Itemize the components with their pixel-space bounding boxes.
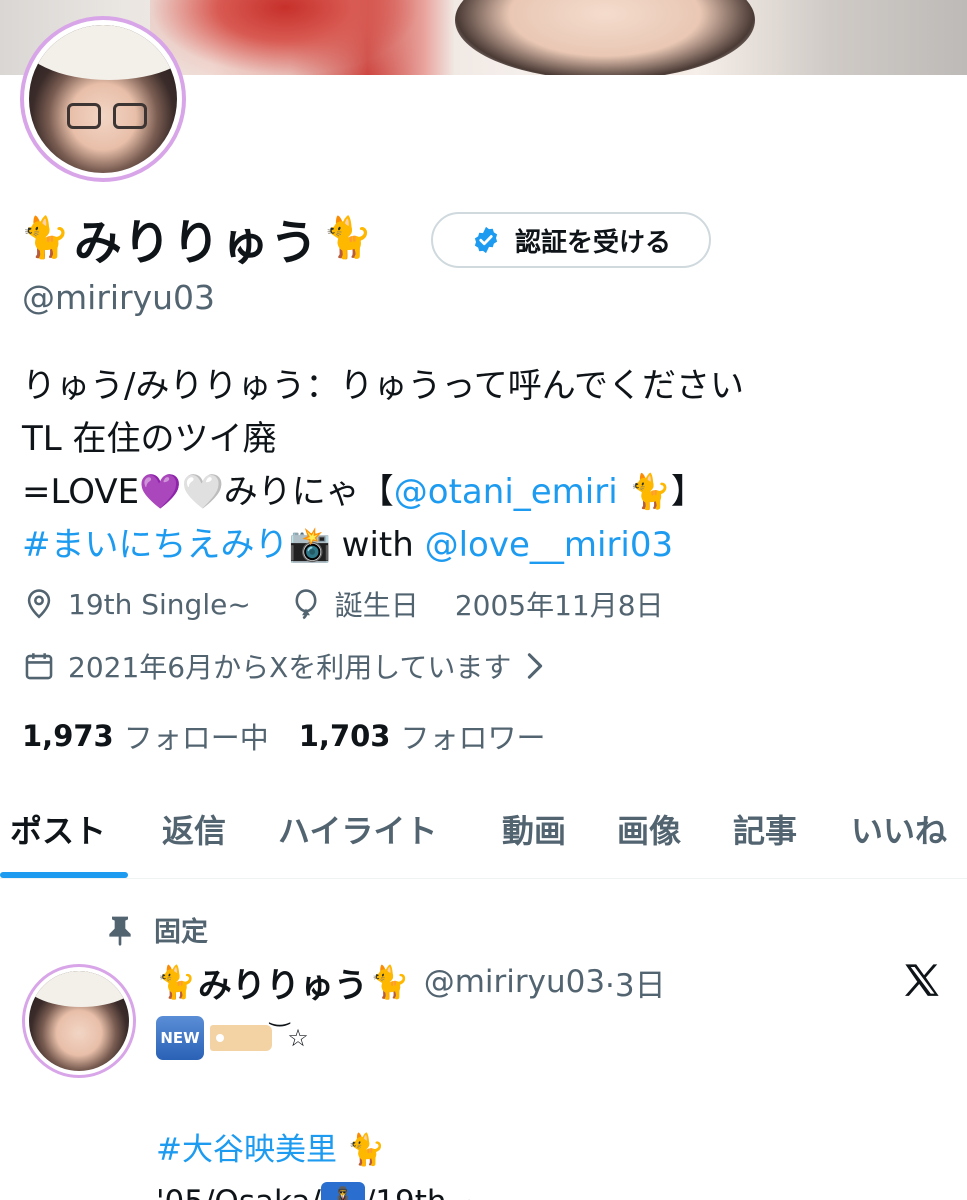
post-author-name[interactable]: みりりゅう	[198, 958, 368, 1007]
profile-meta-row: 19th Single~ 誕生日 2005年11月8日	[22, 584, 664, 624]
tabs-divider	[0, 878, 967, 879]
post-author-avatar[interactable]	[22, 964, 136, 1078]
bio-text: with	[330, 525, 425, 565]
post-time[interactable]: ·3日	[605, 960, 666, 1005]
followers-count: 1,703	[298, 719, 391, 753]
post-text: '05/Osaka/	[156, 1184, 321, 1200]
cat-emoji: 🐈	[628, 472, 671, 512]
joined-row[interactable]: 2021年6月からXを利用しています	[22, 646, 545, 686]
post-line: NEW︎ ͝ ☆	[156, 1010, 472, 1064]
balloon-icon	[295, 589, 317, 620]
post-header: 🐈 みりりゅう 🐈 @miriryu03 ·3日	[156, 955, 666, 1009]
joined-text: 2021年6月からXを利用しています	[68, 651, 512, 684]
profile-avatar[interactable]	[20, 16, 186, 182]
tab-articles[interactable]: 記事	[733, 806, 797, 852]
tab-posts[interactable]: ポスト	[10, 806, 106, 852]
tab-videos[interactable]: 動画	[502, 806, 566, 852]
verified-badge-icon	[474, 226, 498, 254]
cat-emoji: 🐈	[322, 215, 373, 261]
tab-replies[interactable]: 返信	[162, 806, 226, 852]
post-body: NEW︎ ͝ ☆ #大谷映美里 🐈 '05/Osaka/🕴/19th~	[156, 1010, 472, 1200]
post-line: #大谷映美里 🐈	[156, 1124, 472, 1176]
calendar-icon	[25, 653, 53, 680]
followers-label: フォロワー	[400, 721, 546, 755]
follow-stats: 1,973 フォロー中 1,703 フォロワー	[22, 715, 546, 757]
post-author-handle: @miriryu03	[423, 964, 606, 1000]
mention-link[interactable]: @otani_emiri	[394, 472, 618, 512]
get-verified-button[interactable]: 認証を受ける	[431, 212, 711, 268]
pinned-label: 固定	[154, 917, 208, 948]
bio-line: TL 在住のツイ廃	[22, 419, 277, 459]
profile-handle: @miriryu03	[22, 278, 216, 317]
new-badge-icon: NEW	[156, 1015, 204, 1060]
tab-highlights[interactable]: ハイライト	[278, 806, 437, 852]
avatar-image	[29, 25, 177, 173]
mention-link[interactable]: @love__miri03	[425, 525, 674, 565]
display-name: みりりゅう	[73, 215, 319, 271]
post-line: '05/Osaka/🕴/19th~	[156, 1176, 472, 1200]
hearts-emoji: 💜🤍	[139, 472, 224, 512]
tab-likes[interactable]: いいね	[851, 806, 947, 852]
tag-icon	[210, 1024, 272, 1051]
profile-tabs: ポスト 返信 ハイライト 動画 画像 記事 いいね	[0, 800, 967, 880]
following-label: フォロー中	[123, 721, 269, 755]
followers-link[interactable]: 1,703 フォロワー	[299, 715, 546, 757]
bio-text: =LOVE	[22, 472, 140, 512]
banner-photo	[455, 0, 755, 75]
cat-emoji: 🐈	[20, 215, 70, 261]
post-text: /19th~	[365, 1184, 473, 1200]
birthday-value: 2005年11月8日	[454, 589, 664, 622]
tab-media[interactable]: 画像	[617, 806, 681, 852]
profile-bio: りゅう/みりりゅう：りゅうって呼んでください TL 在住のツイ廃 =LOVE💜🤍…	[22, 360, 942, 572]
location-icon	[27, 589, 51, 619]
get-verified-label: 認証を受ける	[514, 227, 671, 258]
x-logo-icon	[905, 964, 939, 996]
birthday-label: 誕生日	[334, 589, 419, 622]
cat-emoji: 🐈	[346, 1132, 386, 1168]
hashtag-link[interactable]: #まいにちえみり	[22, 525, 289, 565]
chevron-right-icon	[528, 653, 543, 679]
pinned-indicator: 固定	[106, 910, 208, 949]
following-link[interactable]: 1,973 フォロー中	[22, 715, 269, 757]
cat-emoji: 🐈	[369, 963, 410, 1001]
profile-name-row: 🐈 みりりゅう 🐈	[20, 208, 373, 271]
hashtag-link[interactable]: #大谷映美里	[156, 1132, 337, 1168]
bio-text: 】	[670, 472, 705, 512]
post-text: ︎ ͝ ☆	[272, 1024, 309, 1052]
person-standing-icon: 🕴	[320, 1181, 365, 1200]
cat-emoji: 🐈	[156, 963, 196, 1001]
pin-icon	[109, 916, 131, 946]
bio-line: りゅう/みりりゅう：りゅうって呼んでください	[22, 366, 745, 406]
camera-emoji: 📸	[288, 525, 331, 565]
bio-text: みりにゃ【	[223, 472, 394, 512]
banner-artwork	[150, 0, 420, 75]
bio-line: #まいにちえみり📸 with @love__miri03	[22, 519, 942, 572]
bio-line: =LOVE💜🤍みりにゃ【@otani_emiri 🐈】	[22, 466, 942, 519]
following-count: 1,973	[22, 719, 114, 753]
location-text: 19th Single~	[68, 587, 251, 621]
